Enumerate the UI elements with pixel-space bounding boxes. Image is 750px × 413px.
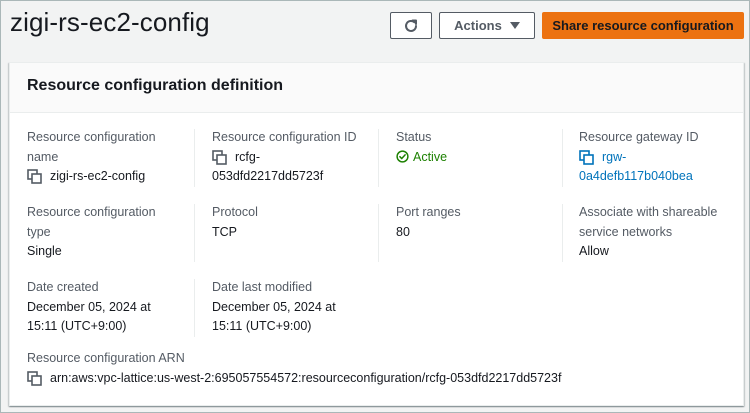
field-date-modified: Date last modified December 05, 2024 at … xyxy=(212,278,372,337)
field-arn: Resource configuration ARN arn:aws:vpc-l… xyxy=(27,349,727,388)
ports-value: 80 xyxy=(396,224,410,239)
field-status: Status Active xyxy=(396,128,556,167)
panel-title: Resource configuration definition xyxy=(27,77,284,94)
copy-icon[interactable] xyxy=(579,149,595,166)
type-label-line2: type xyxy=(27,224,51,239)
field-port-ranges: Port ranges 80 xyxy=(396,203,556,242)
status-label: Status xyxy=(396,130,432,144)
type-value: Single xyxy=(27,244,62,258)
page-title: zigi-rs-ec2-config xyxy=(10,7,210,37)
id-value-line1: rcfg- xyxy=(235,149,260,164)
name-value: zigi-rs-ec2-config xyxy=(50,169,146,183)
protocol-value: TCP xyxy=(212,224,237,239)
copy-icon[interactable] xyxy=(27,370,43,387)
column-divider xyxy=(562,204,563,262)
shareable-label-line2: service networks xyxy=(579,224,673,239)
status-value-row: Active xyxy=(396,148,556,168)
created-value-line2: 15:11 (UTC+9:00) xyxy=(27,319,127,333)
field-name: Resource configuration name zigi-rs-ec2-… xyxy=(27,128,187,187)
created-label: Date created xyxy=(27,280,99,294)
field-shareable: Associate with shareable service network… xyxy=(579,203,744,262)
ports-label: Port ranges xyxy=(396,205,461,219)
definition-panel: Resource configuration definition Resour… xyxy=(9,62,744,406)
status-value: Active xyxy=(413,149,448,164)
share-resource-configuration-button[interactable]: Share resource configuration xyxy=(542,12,744,39)
window-frame: zigi-rs-ec2-config Actions Share resourc… xyxy=(0,0,750,413)
copy-icon[interactable] xyxy=(27,169,43,185)
column-divider xyxy=(378,129,379,187)
caret-down-icon xyxy=(509,22,520,29)
share-label: Share resource configuration xyxy=(552,18,734,33)
arn-value: arn:aws:vpc-lattice:us-west-2:6950575545… xyxy=(50,370,562,385)
column-divider xyxy=(378,204,379,262)
gateway-link-line2[interactable]: 0a4defb117b040bea xyxy=(579,167,739,187)
actions-label: Actions xyxy=(454,18,502,33)
id-label: Resource configuration ID xyxy=(212,130,357,144)
modified-label: Date last modified xyxy=(212,280,313,294)
modified-value-line1: December 05, 2024 at xyxy=(212,299,336,314)
column-divider xyxy=(194,129,195,187)
shareable-value: Allow xyxy=(579,244,609,258)
name-label-line1: Resource configuration xyxy=(27,130,156,144)
field-gateway: Resource gateway ID rgw- 0a4defb117b040b… xyxy=(579,128,739,187)
protocol-label: Protocol xyxy=(212,205,258,219)
refresh-icon xyxy=(405,19,417,32)
field-id: Resource configuration ID rcfg- 053dfd22… xyxy=(212,128,372,187)
type-label-line1: Resource configuration xyxy=(27,205,156,219)
field-protocol: Protocol TCP xyxy=(212,203,372,242)
refresh-button[interactable] xyxy=(390,12,432,39)
actions-button[interactable]: Actions xyxy=(439,12,535,39)
panel-header: Resource configuration definition xyxy=(10,63,743,113)
id-value-line2: 053dfd2217dd5723f xyxy=(212,169,324,183)
created-value-line1: December 05, 2024 at xyxy=(27,299,151,314)
column-divider xyxy=(194,279,195,337)
modified-value-line2: 15:11 (UTC+9:00) xyxy=(212,319,312,333)
gateway-link-line1[interactable]: rgw- xyxy=(602,148,626,168)
field-type: Resource configuration type Single xyxy=(27,203,187,262)
copy-icon[interactable] xyxy=(212,149,228,166)
arn-label: Resource configuration ARN xyxy=(27,351,185,365)
column-divider xyxy=(562,129,563,187)
field-date-created: Date created December 05, 2024 at 15:11 … xyxy=(27,278,187,337)
gateway-label: Resource gateway ID xyxy=(579,130,699,144)
column-divider xyxy=(194,204,195,262)
check-circle-icon xyxy=(396,149,409,163)
name-label-line2: name xyxy=(27,149,59,164)
shareable-label-line1: Associate with shareable xyxy=(579,205,718,219)
